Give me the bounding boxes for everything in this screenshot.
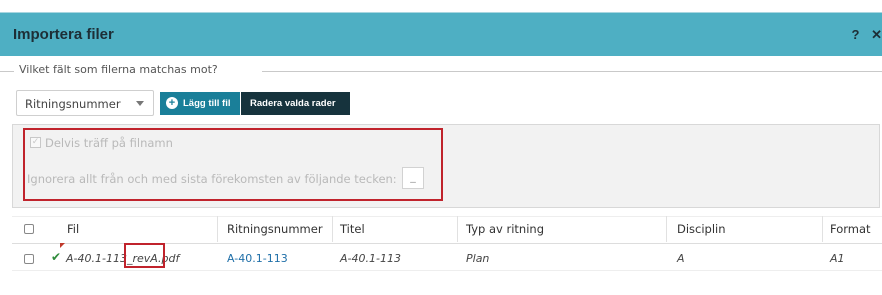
column-divider bbox=[666, 216, 667, 242]
column-divider bbox=[332, 216, 333, 242]
filename-suffix-highlight-box bbox=[124, 243, 165, 268]
column-divider bbox=[457, 216, 458, 242]
row-title: A-40.1-113 bbox=[340, 252, 401, 265]
chevron-down-icon bbox=[136, 101, 144, 106]
row-drawing-number-link[interactable]: A-40.1-113 bbox=[227, 252, 288, 265]
add-file-button[interactable]: + Lägg till fil bbox=[160, 92, 240, 115]
help-icon[interactable]: ? bbox=[852, 27, 860, 42]
row-divider bbox=[12, 270, 882, 271]
close-icon[interactable]: ✕ bbox=[871, 27, 882, 42]
row-flag-marker bbox=[60, 243, 65, 248]
column-header-drawing-number[interactable]: Ritningsnummer bbox=[227, 216, 323, 242]
titlebar-buttons: ? ✕ bbox=[844, 27, 882, 43]
fieldset-border-right bbox=[262, 71, 882, 72]
plus-circle-icon: + bbox=[166, 97, 178, 109]
delete-selected-rows-button[interactable]: Radera valda rader bbox=[241, 92, 350, 115]
table-header bbox=[12, 216, 882, 244]
options-highlight-box bbox=[23, 128, 443, 201]
fieldset-border-left bbox=[0, 71, 14, 72]
match-fieldset-legend: Vilket fält som filerna matchas mot? bbox=[19, 63, 218, 76]
column-header-discipline[interactable]: Disciplin bbox=[677, 216, 726, 242]
dialog-titlebar: Importera filer ? ✕ bbox=[0, 12, 882, 56]
row-checkbox[interactable] bbox=[24, 254, 34, 264]
check-icon: ✔ bbox=[51, 250, 62, 264]
match-field-select-value: Ritningsnummer bbox=[25, 97, 121, 111]
row-drawing-type: Plan bbox=[466, 252, 490, 265]
match-field-select[interactable]: Ritningsnummer bbox=[16, 90, 154, 116]
add-file-label: Lägg till fil bbox=[183, 98, 231, 109]
column-header-format[interactable]: Format bbox=[830, 216, 871, 242]
dialog-title: Importera filer bbox=[13, 26, 114, 43]
row-discipline: A bbox=[677, 252, 685, 265]
column-header-title[interactable]: Titel bbox=[340, 216, 365, 242]
select-all-checkbox[interactable] bbox=[24, 224, 34, 234]
column-header-drawing-type[interactable]: Typ av ritning bbox=[466, 216, 544, 242]
column-divider bbox=[822, 216, 823, 242]
column-divider bbox=[217, 216, 218, 242]
column-header-file[interactable]: Fil bbox=[67, 216, 79, 242]
row-format: A1 bbox=[830, 252, 845, 265]
